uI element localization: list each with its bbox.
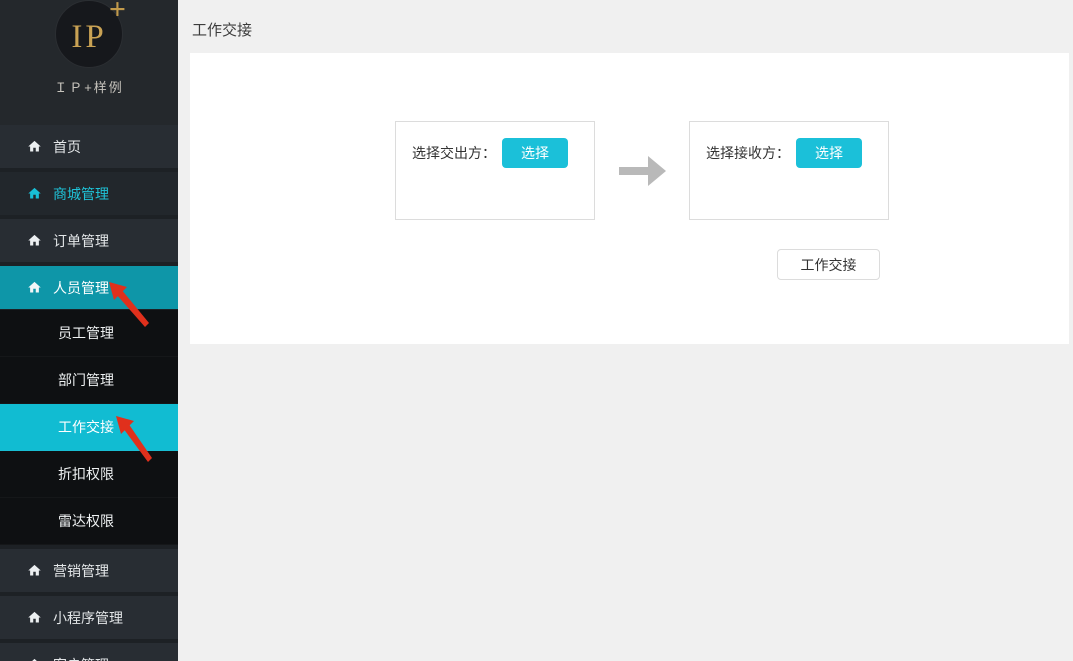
page-title: 工作交接 [192,19,252,40]
sidebar-item-label: 雷达权限 [58,511,114,531]
sidebar-item-radar-permission[interactable]: 雷达权限 [0,498,178,545]
receiver-pick-button[interactable]: 选择 [796,138,862,168]
transfer-arrow-icon [618,152,668,190]
sidebar-item-label: 商城管理 [53,184,109,204]
logo-plus: + [109,0,126,27]
sidebar-item-label: 首页 [53,137,81,157]
sidebar-item-label: 小程序管理 [53,608,123,628]
sidebar-item-discount-permission[interactable]: 折扣权限 [0,451,178,498]
home-icon [27,610,42,625]
handover-card: 选择交出方： 选择 选择接收方： 选择 工作交接 [190,53,1069,344]
giver-label: 选择交出方： [412,143,496,163]
logo-caption: ＩＰ+样例 [0,77,178,96]
sidebar-menu: 首页 商城管理 订单管理 人员管理 员工管理 部门管理 工作交接 折扣权限 [0,125,178,661]
home-icon [27,563,42,578]
giver-select-box: 选择交出方： 选择 [395,121,595,220]
sidebar-item-label: 员工管理 [58,323,114,343]
sidebar-item-department-management[interactable]: 部门管理 [0,357,178,404]
giver-pick-button[interactable]: 选择 [502,138,568,168]
home-icon [27,186,42,201]
sidebar-item-label: 人员管理 [53,278,109,298]
work-handover-submit-button[interactable]: 工作交接 [777,249,880,280]
receiver-label: 选择接收方： [706,143,790,163]
sidebar-item-work-handover[interactable]: 工作交接 [0,404,178,451]
sidebar-item-label: 部门管理 [58,370,114,390]
sidebar-item-label: 营销管理 [53,561,109,581]
sidebar-item-marketing-management[interactable]: 营销管理 [0,549,178,592]
main-content: 工作交接 选择交出方： 选择 选择接收方： 选择 工作交接 [178,0,1073,661]
receiver-select-box: 选择接收方： 选择 [689,121,889,220]
sidebar-item-order-management[interactable]: 订单管理 [0,219,178,262]
sidebar-item-label: 订单管理 [53,231,109,251]
sidebar-item-customer-management[interactable]: 客户管理 [0,643,178,661]
sidebar-item-label: 折扣权限 [58,464,114,484]
home-icon [27,280,42,295]
sidebar-item-miniprogram-management[interactable]: 小程序管理 [0,596,178,639]
sidebar-item-label: 工作交接 [58,417,114,437]
sidebar-item-mall-management[interactable]: 商城管理 [0,172,178,215]
sidebar-item-home[interactable]: 首页 [0,125,178,168]
logo-block: IP + ＩＰ+样例 [0,0,178,125]
home-icon [27,657,42,661]
sidebar-item-label: 客户管理 [53,655,109,661]
sidebar-item-personnel-management[interactable]: 人员管理 [0,266,178,309]
sidebar-item-employee-management[interactable]: 员工管理 [0,310,178,357]
home-icon [27,233,42,248]
logo: IP + [55,0,123,68]
home-icon [27,139,42,154]
logo-text: IP [71,13,106,56]
sidebar: IP + ＩＰ+样例 首页 商城管理 订单管理 人员管理 员工管理 部门管理 [0,0,178,661]
personnel-submenu: 员工管理 部门管理 工作交接 折扣权限 雷达权限 [0,310,178,545]
